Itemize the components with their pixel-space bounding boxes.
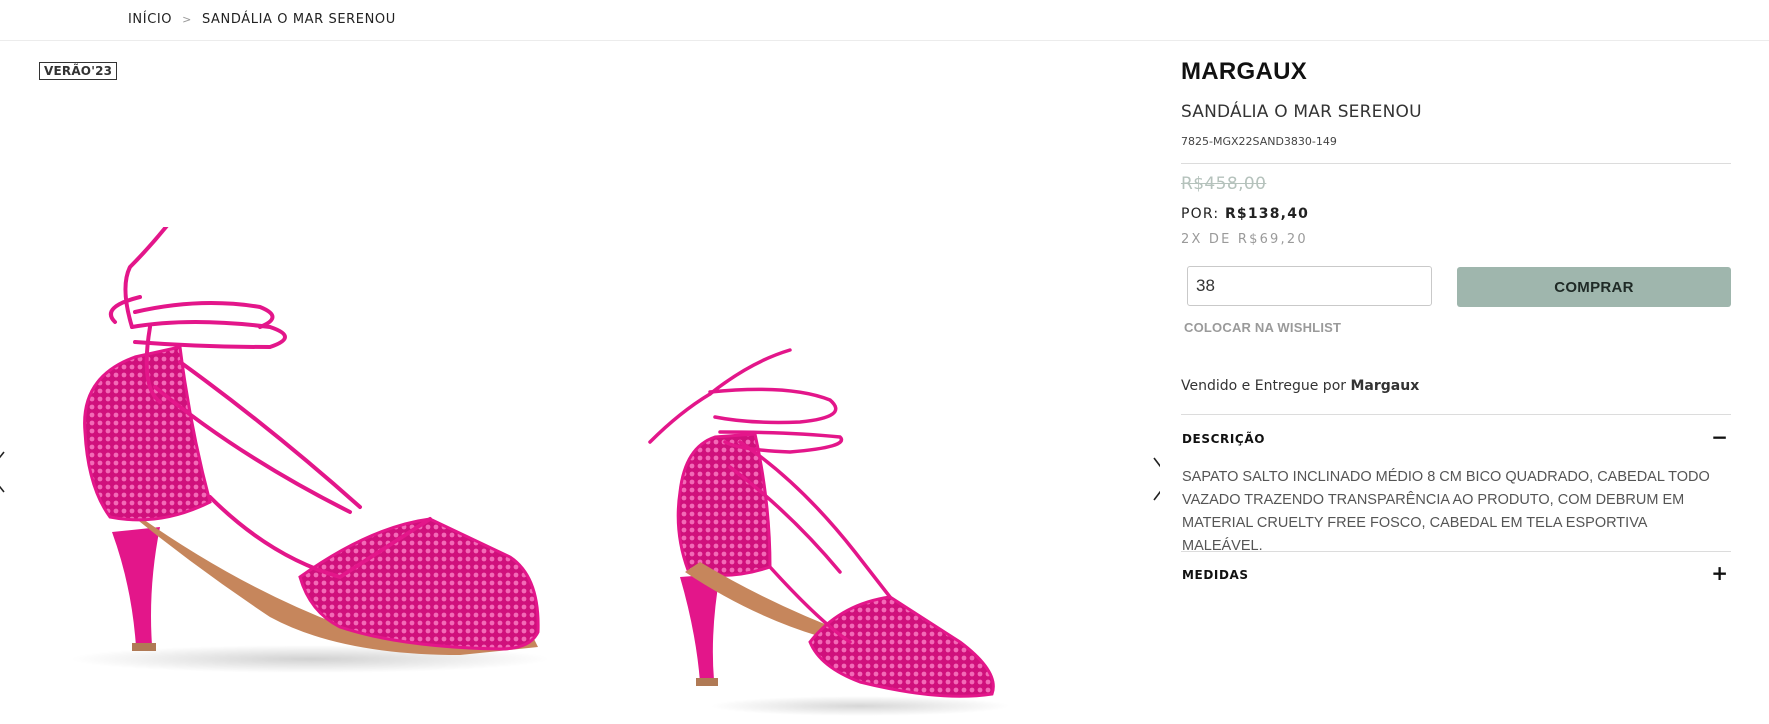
size-field[interactable] bbox=[1187, 266, 1432, 306]
breadcrumb-separator: > bbox=[182, 13, 192, 26]
description-accordion-title[interactable]: DESCRIÇÃO bbox=[1182, 432, 1265, 446]
product-sku: 7825-MGX22SAND3830-149 bbox=[1181, 135, 1337, 148]
description-text: SAPATO SALTO INCLINADO MÉDIO 8 CM BICO Q… bbox=[1182, 469, 1710, 554]
season-badge: VERÃO'23 bbox=[39, 62, 118, 80]
chevron-left-icon[interactable] bbox=[0, 450, 8, 494]
brand-name: MARGAUX bbox=[1181, 58, 1308, 85]
price-prefix: POR: bbox=[1181, 206, 1220, 222]
divider bbox=[1181, 551, 1731, 552]
expand-icon[interactable]: + bbox=[1711, 563, 1728, 583]
buy-button[interactable]: COMPRAR bbox=[1457, 267, 1731, 307]
breadcrumb-bar: INÍCIO > SANDÁLIA O MAR SERENOU bbox=[0, 0, 1769, 41]
breadcrumb-current: SANDÁLIA O MAR SERENOU bbox=[201, 12, 396, 27]
seller-name: Margaux bbox=[1350, 378, 1420, 394]
measures-accordion-title[interactable]: MEDIDAS bbox=[1182, 568, 1249, 582]
current-price-line: POR: R$138,40 bbox=[1181, 206, 1309, 222]
add-to-wishlist-link[interactable]: COLOCAR NA WISHLIST bbox=[1184, 320, 1341, 335]
product-gallery: VERÃO'23 bbox=[0, 42, 1160, 724]
breadcrumb-home-link[interactable]: INÍCIO bbox=[128, 12, 172, 27]
seller-info: Vendido e Entregue por Margaux bbox=[1181, 378, 1419, 394]
breadcrumb: INÍCIO > SANDÁLIA O MAR SERENOU bbox=[128, 12, 396, 27]
installments: 2X DE R$69,20 bbox=[1181, 232, 1308, 247]
product-name: SANDÁLIA O MAR SERENOU bbox=[1181, 102, 1422, 122]
divider bbox=[1181, 414, 1731, 415]
product-image-side-view bbox=[70, 227, 550, 673]
product-image-angle-view bbox=[648, 348, 1010, 716]
chevron-right-icon[interactable] bbox=[1151, 456, 1160, 502]
divider bbox=[1181, 163, 1731, 164]
collapse-icon[interactable]: − bbox=[1711, 427, 1728, 447]
seller-prefix: Vendido e Entregue por bbox=[1181, 378, 1347, 394]
old-price: R$458,00 bbox=[1181, 174, 1267, 194]
current-price: R$138,40 bbox=[1224, 206, 1310, 222]
